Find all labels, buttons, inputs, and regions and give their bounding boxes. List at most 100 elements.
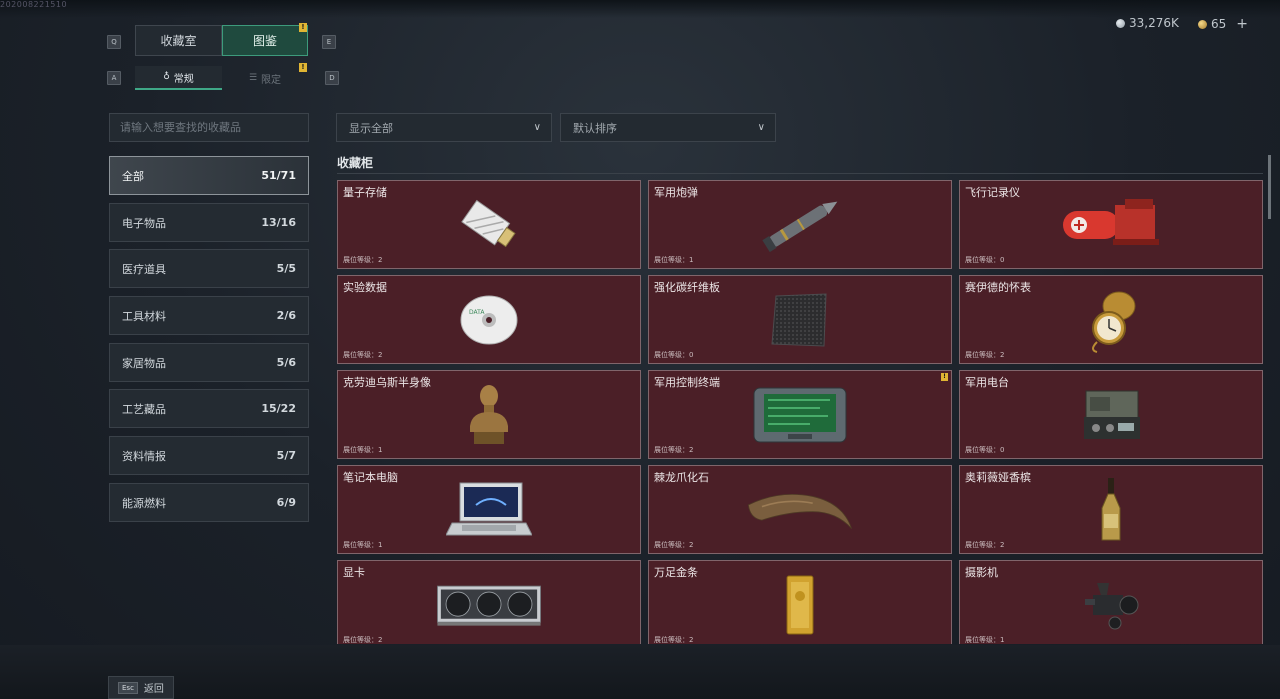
champagne-icon [1056, 476, 1166, 544]
tab-collection-room[interactable]: 收藏室 [135, 25, 222, 56]
bottom-bar [0, 645, 1280, 699]
category-label: 工具材料 [122, 309, 166, 323]
collection-item[interactable]: 笔记本电脑 展位等级：1 [337, 465, 641, 554]
item-name: 飞行记录仪 [965, 186, 1020, 199]
collection-item[interactable]: 摄影机 展位等级：1 [959, 560, 1263, 644]
subtab-label: 常规 [173, 73, 194, 85]
regular-icon: ♁ [163, 72, 170, 82]
tab-label: 收藏室 [160, 34, 197, 48]
esc-key: Esc [118, 681, 138, 694]
carbon-plate-icon [745, 286, 855, 354]
flight-recorder-icon [1056, 191, 1166, 259]
category-intel[interactable]: 资料情报 5/7 [109, 436, 309, 475]
category-label: 家居物品 [122, 356, 166, 370]
search-box[interactable] [109, 113, 309, 142]
item-level: 展位等级：2 [965, 541, 1005, 549]
category-count: 5/5 [276, 262, 296, 275]
category-label: 资料情报 [122, 449, 166, 463]
notification-badge: ! [299, 23, 307, 32]
category-count: 5/6 [276, 356, 296, 369]
item-level: 展位等级：2 [343, 636, 383, 644]
collection-item[interactable]: 赛伊德的怀表 展位等级：2 [959, 275, 1263, 364]
claw-fossil-icon [745, 476, 855, 544]
item-level: 展位等级：1 [343, 541, 383, 549]
disc-icon: DATA [434, 286, 544, 354]
collection-item[interactable]: 奥莉薇娅香槟 展位等级：2 [959, 465, 1263, 554]
item-name: 实验数据 [343, 281, 387, 294]
collection-item[interactable]: 军用电台 展位等级：0 [959, 370, 1263, 459]
category-count: 6/9 [276, 496, 296, 509]
item-level: 展位等级：0 [965, 256, 1005, 264]
collection-item[interactable]: 实验数据 DATA 展位等级：2 [337, 275, 641, 364]
radio-icon [1056, 381, 1166, 449]
laptop-icon [434, 476, 544, 544]
collection-item[interactable]: 棘龙爪化石 展位等级：2 [648, 465, 952, 554]
tab-label: 图鉴 [252, 34, 277, 48]
key-a: A [107, 71, 121, 85]
subtab-regular[interactable]: ♁ 常规 [135, 66, 222, 90]
item-name: 摄影机 [965, 566, 998, 579]
tab-catalog[interactable]: 图鉴 [222, 25, 308, 56]
collection-item[interactable]: 量子存储 展位等级：2 [337, 180, 641, 269]
gold-bar-icon [745, 571, 855, 639]
currency-coins-value: 33,276K [1129, 16, 1179, 30]
collection-item[interactable]: 显卡 展位等级：2 [337, 560, 641, 644]
key-q: Q [107, 35, 121, 49]
category-medical[interactable]: 医疗道具 5/5 [109, 249, 309, 288]
watermark: 202008221510 [0, 0, 68, 9]
pocket-watch-icon [1056, 286, 1166, 354]
back-label: 返回 [143, 684, 164, 695]
item-level: 展位等级：1 [654, 256, 694, 264]
category-all[interactable]: 全部 51/71 [109, 156, 309, 195]
category-label: 全部 [122, 169, 144, 183]
item-name: 量子存储 [343, 186, 387, 199]
coin-icon [1116, 18, 1125, 28]
section-title: 收藏柜 [337, 156, 374, 170]
collection-item[interactable]: 万足金条 展位等级：2 [648, 560, 952, 644]
sort-value: 默认排序 [573, 121, 617, 135]
item-level: 展位等级：2 [654, 541, 694, 549]
category-count: 13/16 [261, 216, 296, 229]
currency-gold-value: 65 [1211, 17, 1227, 31]
item-name: 棘龙爪化石 [654, 471, 709, 484]
category-electronics[interactable]: 电子物品 13/16 [109, 203, 309, 242]
category-crafts[interactable]: 工艺藏品 15/22 [109, 389, 309, 428]
collection-item[interactable]: 军用控制终端 ! 展位等级：2 [648, 370, 952, 459]
item-level: 展位等级：1 [965, 636, 1005, 644]
key-d: D [325, 71, 339, 85]
item-name: 军用电台 [965, 376, 1009, 389]
camera-icon [1056, 571, 1166, 639]
item-name: 笔记本电脑 [343, 471, 398, 484]
item-level: 展位等级：2 [654, 446, 694, 454]
gold-coin-icon [1198, 19, 1207, 29]
item-level: 展位等级：1 [343, 446, 383, 454]
category-count: 2/6 [276, 309, 296, 322]
top-band [0, 0, 1280, 18]
category-household[interactable]: 家居物品 5/6 [109, 343, 309, 382]
category-energy[interactable]: 能源燃料 6/9 [109, 483, 309, 522]
gpu-icon [434, 571, 544, 639]
chevron-down-icon: ∨ [757, 122, 765, 133]
item-name: 军用控制终端 [654, 376, 720, 389]
collection-item[interactable]: 强化碳纤维板 展位等级：0 [648, 275, 952, 364]
scrollbar[interactable] [1268, 155, 1271, 219]
search-input[interactable] [110, 114, 308, 141]
add-currency-button[interactable]: + [1236, 16, 1248, 32]
collection-item[interactable]: 飞行记录仪 展位等级：0 [959, 180, 1263, 269]
item-level: 展位等级：2 [343, 256, 383, 264]
collection-item[interactable]: 克劳迪乌斯半身像 展位等级：1 [337, 370, 641, 459]
notification-badge: ! [941, 373, 948, 381]
sort-dropdown[interactable]: 默认排序 ∨ [560, 113, 776, 142]
svg-text:DATA: DATA [469, 309, 485, 316]
collection-item[interactable]: 军用炮弹 展位等级：1 [648, 180, 952, 269]
subtab-limited[interactable]: ☰ 限定 [222, 66, 308, 90]
currency-gold[interactable]: 65 + [1198, 16, 1248, 32]
back-button[interactable]: Esc 返回 [108, 676, 174, 699]
section-divider [337, 173, 1263, 174]
category-tools[interactable]: 工具材料 2/6 [109, 296, 309, 335]
filter-dropdown[interactable]: 显示全部 ∨ [336, 113, 552, 142]
collection-grid: 量子存储 展位等级：2 军用炮弹 展位等级：1 飞行记录仪 展位等级：0 实验数… [337, 180, 1263, 644]
notification-badge: ! [299, 63, 307, 72]
item-level: 展位等级：2 [965, 351, 1005, 359]
limited-icon: ☰ [248, 73, 258, 83]
